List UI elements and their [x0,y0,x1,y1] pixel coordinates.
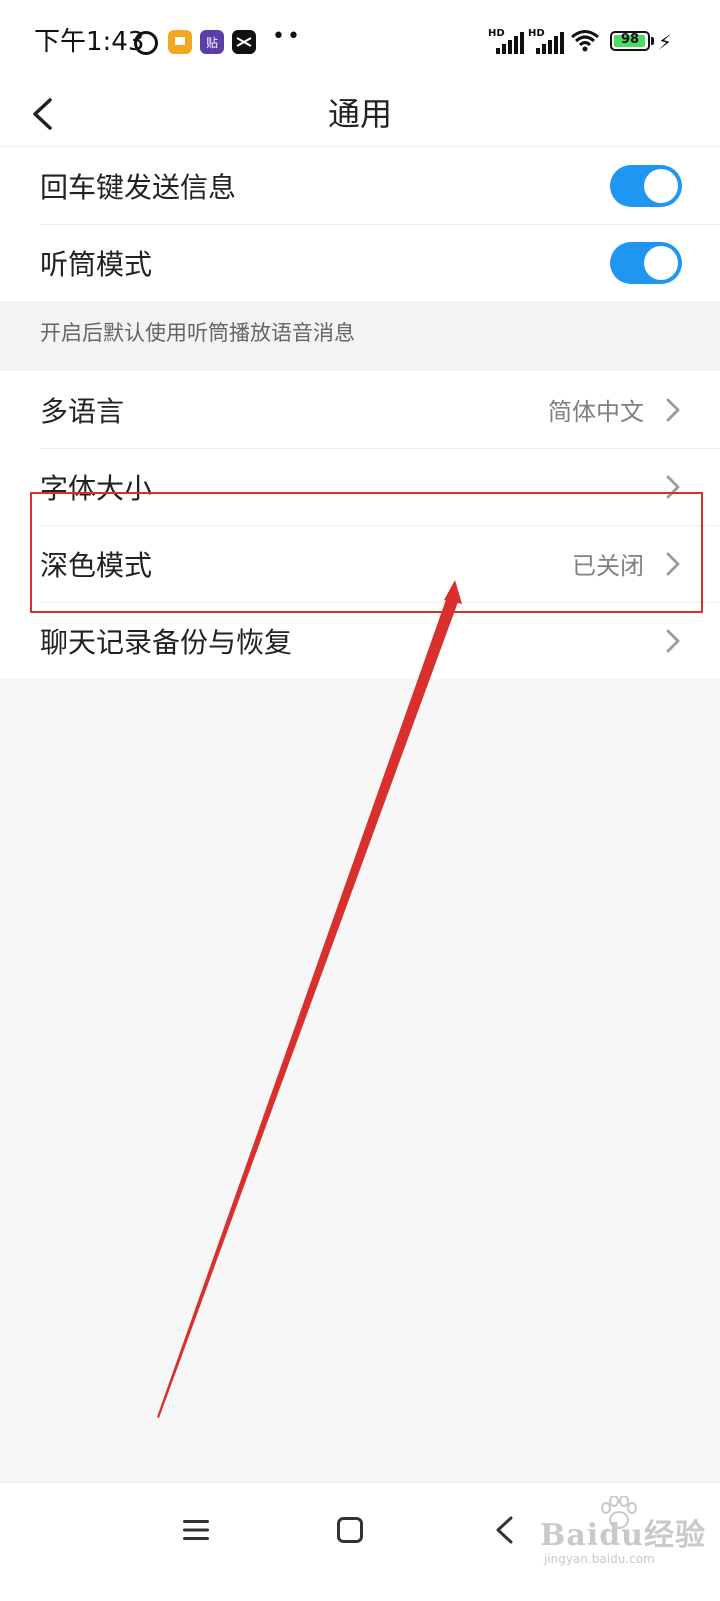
settings-group-general: 多语言 简体中文 字体大小 深色模式 已关闭 聊天记录备份与恢复 [0,371,720,679]
signal-icon-sim2: HD [528,28,564,54]
status-bar: 下午1:43 贴 •• HD HD 98 ⚡ [0,0,720,84]
toggle-knob [644,168,678,203]
tieba-app-icon: 贴 [200,30,224,54]
home-square-icon [337,1517,363,1543]
setting-font-size[interactable]: 字体大小 [0,448,720,525]
charging-icon: ⚡ [658,30,673,54]
setting-label: 听筒模式 [40,247,153,281]
page-title: 通用 [327,95,392,133]
setting-value: 简体中文 [548,398,644,426]
toggle-knob [644,245,678,280]
header: 通用 [0,84,720,147]
chevron-right-icon [666,629,680,652]
hint-text: 开启后默认使用听筒播放语音消息 [40,321,355,345]
settings-group-chat: 回车键发送信息 听筒模式 [0,147,720,301]
earpiece-mode-toggle[interactable] [610,241,682,284]
setting-value: 已关闭 [572,552,644,580]
recent-apps-button[interactable] [166,1505,226,1555]
more-notifications-icon: •• [272,24,302,49]
enter-to-send-toggle[interactable] [610,164,682,207]
battery-level: 98 [620,32,640,47]
status-time: 下午1:43 [34,27,145,57]
alarm-icon [134,31,158,55]
setting-label: 多语言 [40,394,125,428]
earpiece-hint: 开启后默认使用听筒播放语音消息 [0,301,720,371]
signal-icon-sim1: HD [488,28,524,54]
home-button[interactable] [320,1505,380,1555]
watermark-text: Baidu经验 [540,1518,706,1553]
battery-icon: 98 [610,31,650,51]
system-back-button[interactable] [474,1505,534,1555]
setting-label: 深色模式 [40,548,153,582]
setting-label: 聊天记录备份与恢复 [40,625,293,659]
setting-enter-to-send[interactable]: 回车键发送信息 [0,147,720,224]
watermark-url: jingyan.baidu.com [544,1552,655,1566]
setting-earpiece-mode[interactable]: 听筒模式 [0,224,720,301]
chevron-right-icon [666,475,680,498]
orange-app-icon [168,30,192,54]
back-triangle-icon [496,1516,513,1544]
setting-dark-mode[interactable]: 深色模式 已关闭 [0,525,720,602]
setting-label: 回车键发送信息 [40,170,237,204]
setting-language[interactable]: 多语言 简体中文 [0,371,720,448]
chevron-right-icon [666,398,680,421]
chevron-right-icon [666,552,680,575]
capcut-app-icon [232,30,256,54]
setting-label: 字体大小 [40,471,153,505]
menu-icon [183,1520,209,1540]
battery-tip [651,37,654,45]
wifi-icon [571,30,599,52]
setting-chat-backup[interactable]: 聊天记录备份与恢复 [0,602,720,679]
baidu-watermark: Baidu经验 jingyan.baidu.com [540,1494,710,1574]
